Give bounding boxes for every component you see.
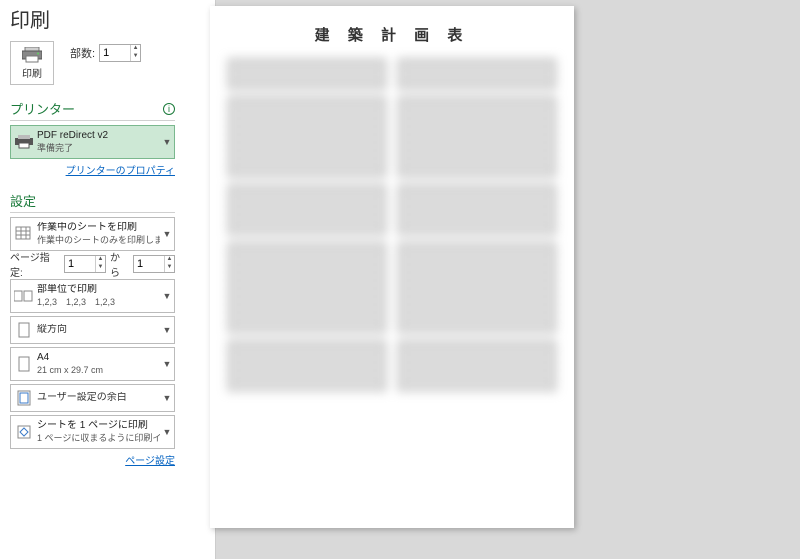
collate-dropdown[interactable]: 部単位で印刷 1,2,3 1,2,3 1,2,3 ▼ — [10, 279, 175, 313]
page-range-to-label: から — [110, 249, 129, 279]
paper-dropdown[interactable]: A4 21 cm x 29.7 cm ▼ — [10, 347, 175, 381]
printer-dropdown[interactable]: PDF reDirect v2 準備完了 ▼ — [10, 125, 175, 159]
margins-dropdown[interactable]: ユーザー設定の余白 ▼ — [10, 384, 175, 412]
scaling-line2: 1 ページに収まるように印刷イメー… — [37, 432, 160, 444]
paper-line1: A4 — [37, 352, 160, 364]
print-what-dropdown[interactable]: 作業中のシートを印刷 作業中のシートのみを印刷します ▼ — [10, 217, 175, 251]
page-range-row: ページ指定: ▲▼ から ▲▼ — [10, 254, 175, 274]
paper-line2: 21 cm x 29.7 cm — [37, 364, 160, 376]
spin-down-icon[interactable]: ▼ — [165, 264, 174, 272]
margins-icon — [11, 390, 37, 406]
printer-device-icon — [11, 135, 37, 149]
sheets-icon — [11, 226, 37, 242]
spin-up-icon[interactable]: ▲ — [131, 45, 140, 53]
chevron-down-icon[interactable]: ▼ — [160, 291, 174, 301]
chevron-down-icon[interactable]: ▼ — [160, 393, 174, 403]
portrait-icon — [11, 322, 37, 338]
copies-row: 部数: ▲ ▼ — [70, 43, 141, 63]
chevron-down-icon[interactable]: ▼ — [160, 427, 174, 437]
settings-section-header: 設定 — [10, 191, 175, 213]
print-button-label: 印刷 — [22, 65, 42, 80]
print-button[interactable]: 印刷 — [10, 41, 54, 85]
print-what-line2: 作業中のシートのみを印刷します — [37, 234, 160, 246]
chevron-down-icon[interactable]: ▼ — [160, 137, 174, 147]
scaling-dropdown[interactable]: シートを 1 ページに印刷 1 ページに収まるように印刷イメー… ▼ — [10, 415, 175, 449]
collate-line2: 1,2,3 1,2,3 1,2,3 — [37, 296, 160, 308]
printer-properties-link[interactable]: プリンターのプロパティ — [10, 162, 175, 177]
page-from-spinner[interactable]: ▲▼ — [64, 255, 106, 273]
spin-up-icon[interactable]: ▲ — [165, 256, 174, 264]
settings-section-title: 設定 — [10, 191, 36, 210]
orientation-dropdown[interactable]: 縦方向 ▼ — [10, 316, 175, 344]
copies-spinner[interactable]: ▲ ▼ — [99, 44, 141, 62]
page-from-input[interactable] — [65, 256, 95, 272]
chevron-down-icon[interactable]: ▼ — [160, 325, 174, 335]
spin-up-icon[interactable]: ▲ — [96, 256, 105, 264]
spin-down-icon[interactable]: ▼ — [96, 264, 105, 272]
page-icon — [11, 356, 37, 372]
copies-input[interactable] — [100, 45, 130, 61]
print-what-line1: 作業中のシートを印刷 — [37, 222, 160, 234]
collate-icon — [11, 289, 37, 303]
settings-panel: 印刷 部数: ▲ ▼ プリンター i PDF reDirect — [0, 41, 175, 469]
chevron-down-icon[interactable]: ▼ — [160, 229, 174, 239]
spin-down-icon[interactable]: ▼ — [131, 53, 140, 61]
page-to-spinner[interactable]: ▲▼ — [133, 255, 175, 273]
collate-line1: 部単位で印刷 — [37, 284, 160, 296]
printer-name: PDF reDirect v2 — [37, 130, 160, 142]
orientation-line1: 縦方向 — [37, 324, 160, 336]
page-to-input[interactable] — [134, 256, 164, 272]
scaling-line1: シートを 1 ページに印刷 — [37, 420, 160, 432]
page-range-label: ページ指定: — [10, 249, 60, 279]
fit-icon — [11, 424, 37, 440]
printer-section-header: プリンター i — [10, 99, 175, 121]
printer-status: 準備完了 — [37, 142, 160, 154]
print-action-row: 印刷 部数: ▲ ▼ — [10, 41, 175, 85]
preview-page: 建 築 計 画 表 — [210, 6, 574, 528]
preview-document-title: 建 築 計 画 表 — [228, 24, 556, 45]
preview-blurred-content — [228, 59, 556, 391]
printer-icon — [22, 47, 42, 63]
margins-line1: ユーザー設定の余白 — [37, 392, 160, 404]
copies-label: 部数: — [70, 45, 95, 61]
page-setup-link[interactable]: ページ設定 — [10, 452, 175, 467]
chevron-down-icon[interactable]: ▼ — [160, 359, 174, 369]
printer-section-title: プリンター — [10, 99, 75, 118]
info-icon[interactable]: i — [163, 103, 175, 115]
